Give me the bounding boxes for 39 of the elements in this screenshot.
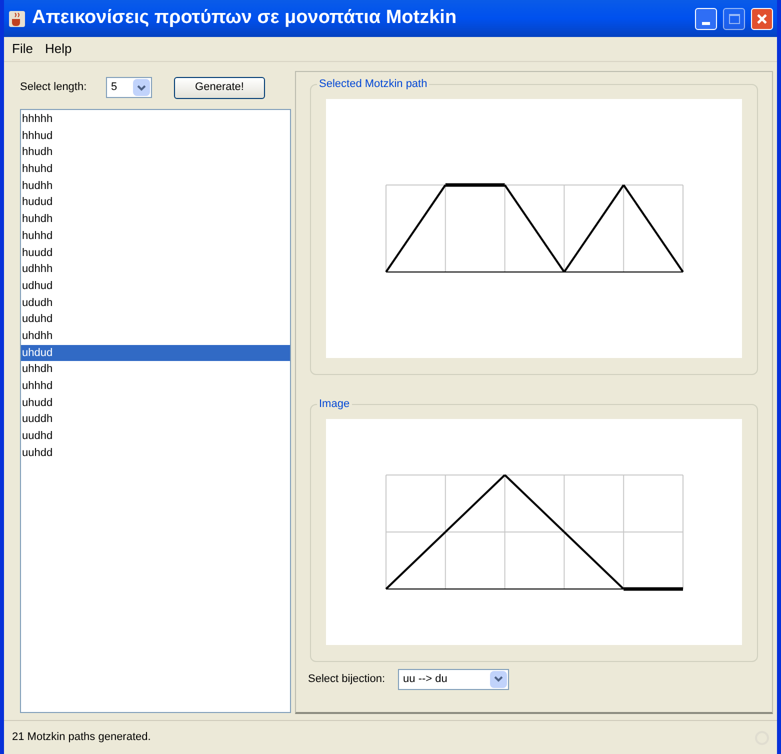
minimize-button[interactable] [695, 8, 717, 30]
minimize-icon [702, 22, 710, 24]
list-item[interactable]: uduhd [21, 311, 290, 328]
bijection-label: Select bijection: [308, 672, 386, 687]
length-label: Select length: [20, 80, 88, 96]
coffee-cup-icon [8, 10, 26, 28]
length-dropdown[interactable]: 5 [106, 77, 152, 98]
list-item[interactable]: uuddh [21, 411, 290, 428]
list-item[interactable]: uudhd [21, 428, 290, 445]
group-title: Image [317, 397, 352, 411]
close-icon [756, 12, 768, 24]
list-item[interactable]: ududh [21, 294, 290, 312]
list-item[interactable]: hudud [21, 194, 290, 212]
list-item[interactable]: uhudd [21, 394, 290, 412]
generate-button[interactable]: Generate! [174, 76, 265, 98]
menu-item[interactable]: File [12, 39, 33, 59]
maximize-button[interactable] [723, 8, 745, 30]
close-button[interactable] [751, 8, 773, 30]
status-text: 21 Motzkin paths generated. [12, 730, 152, 746]
list-item[interactable]: hhudh [21, 144, 290, 162]
list-item[interactable]: udhhh [21, 261, 290, 278]
list-item[interactable]: uhdud [21, 344, 290, 362]
list-item[interactable]: udhud [21, 278, 290, 295]
bijection-dropdown[interactable]: uu --> du [398, 668, 510, 690]
list-item[interactable]: huudd [21, 244, 290, 262]
list-item[interactable]: huhhd [21, 228, 290, 244]
group-title: Selected Motzkin path [317, 77, 430, 91]
maximize-icon [728, 14, 740, 24]
window-title: Απεικονίσεις προτύπων σε μονοπάτια Motzkin [32, 6, 458, 30]
list-item[interactable]: huhdh [21, 211, 290, 228]
list-item[interactable]: uhhhd [21, 378, 290, 395]
list-item[interactable]: hhuhd [21, 161, 290, 178]
list-item[interactable]: uuhdd [21, 444, 290, 462]
list-item[interactable]: hudhh [21, 178, 290, 194]
list-item[interactable]: uhhdh [21, 361, 290, 378]
list-item[interactable]: hhhud [21, 128, 290, 144]
list-item[interactable]: uhdhh [21, 328, 290, 345]
list-item[interactable]: hhhhh [21, 111, 290, 128]
menu-item[interactable]: Help [44, 39, 72, 59]
